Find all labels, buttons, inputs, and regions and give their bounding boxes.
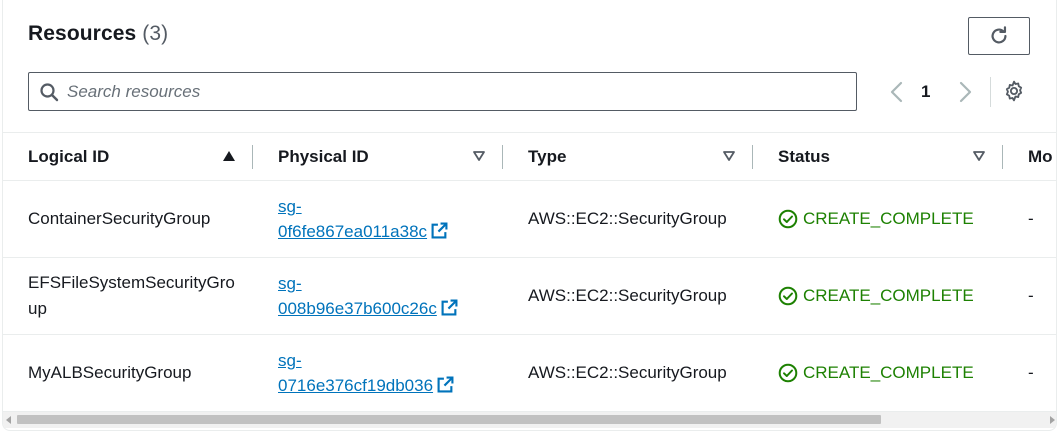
column-header-label: Logical ID bbox=[28, 147, 110, 166]
physical-id-cell: sg- 0f6fe867ea011a38c bbox=[278, 181, 498, 257]
physical-id-link[interactable]: sg- bbox=[278, 274, 302, 293]
sort-down-icon bbox=[973, 151, 985, 161]
panel-title-text: Resources bbox=[28, 22, 137, 45]
type-cell: AWS::EC2::SecurityGroup bbox=[528, 286, 727, 305]
status-text: CREATE_COMPLETE bbox=[803, 363, 974, 382]
table-row: ContainerSecurityGroup sg- 0f6fe867ea011… bbox=[3, 181, 1056, 258]
success-check-icon bbox=[778, 209, 798, 229]
refresh-button[interactable] bbox=[968, 17, 1030, 55]
physical-id-link[interactable]: sg- bbox=[278, 197, 302, 216]
scroll-right-arrow-icon[interactable] bbox=[1050, 416, 1055, 424]
physical-id-cell: sg- 008b96e37b600c26c bbox=[278, 258, 498, 334]
type-cell: AWS::EC2::SecurityGroup bbox=[528, 209, 727, 228]
column-header-label: Type bbox=[528, 147, 567, 166]
scrollbar-thumb[interactable] bbox=[17, 415, 881, 424]
external-link-icon[interactable] bbox=[437, 376, 454, 393]
column-divider[interactable] bbox=[752, 145, 753, 169]
table-header: Logical ID Physical ID Type Status Mo bbox=[3, 132, 1056, 181]
sort-down-icon bbox=[473, 151, 485, 161]
column-header-logical-id[interactable]: Logical ID bbox=[28, 133, 238, 181]
status-cell: CREATE_COMPLETE bbox=[778, 258, 1008, 334]
module-cell: - bbox=[1028, 363, 1034, 382]
status-text: CREATE_COMPLETE bbox=[803, 209, 974, 228]
type-cell: AWS::EC2::SecurityGroup bbox=[528, 363, 727, 382]
resource-count: (3) bbox=[142, 22, 169, 45]
physical-id-link[interactable]: 0f6fe867ea011a38c bbox=[278, 222, 427, 241]
next-page-icon[interactable] bbox=[955, 80, 975, 104]
gear-icon[interactable] bbox=[1003, 80, 1025, 102]
column-divider[interactable] bbox=[252, 145, 253, 169]
physical-id-link[interactable]: 0716e376cf19db036 bbox=[278, 376, 433, 395]
module-cell: - bbox=[1028, 286, 1034, 305]
status-text: CREATE_COMPLETE bbox=[803, 286, 974, 305]
column-header-type[interactable]: Type bbox=[528, 133, 738, 181]
resources-table: Logical ID Physical ID Type Status Mo Co… bbox=[3, 132, 1056, 412]
column-header-physical-id[interactable]: Physical ID bbox=[278, 133, 488, 181]
table-row: EFSFileSystemSecurityGroup sg- 008b96e37… bbox=[3, 258, 1056, 335]
external-link-icon[interactable] bbox=[431, 222, 448, 239]
panel-title: Resources (3) bbox=[28, 22, 168, 46]
success-check-icon bbox=[778, 286, 798, 306]
search-box[interactable] bbox=[28, 72, 857, 111]
logical-id-cell: MyALBSecurityGroup bbox=[28, 363, 192, 382]
column-header-status[interactable]: Status bbox=[778, 133, 988, 181]
column-header-module[interactable]: Mo bbox=[1028, 133, 1056, 181]
sort-ascending-icon bbox=[223, 151, 235, 161]
column-divider[interactable] bbox=[502, 145, 503, 169]
column-divider[interactable] bbox=[1002, 145, 1003, 169]
external-link-icon[interactable] bbox=[441, 299, 458, 316]
success-check-icon bbox=[778, 363, 798, 383]
current-page-number[interactable]: 1 bbox=[921, 82, 930, 102]
search-input[interactable] bbox=[67, 73, 847, 110]
column-header-label: Physical ID bbox=[278, 147, 369, 166]
physical-id-link[interactable]: 008b96e37b600c26c bbox=[278, 299, 437, 318]
table-row: MyALBSecurityGroup sg- 0716e376cf19db036… bbox=[3, 335, 1056, 412]
resources-panel: Resources (3) 1 Logical ID bbox=[2, 0, 1057, 431]
module-cell: - bbox=[1028, 209, 1034, 228]
scroll-left-arrow-icon[interactable] bbox=[6, 416, 11, 424]
horizontal-scrollbar[interactable] bbox=[3, 412, 1056, 428]
logical-id-cell: EFSFileSystemSecurityGroup bbox=[28, 273, 235, 318]
refresh-icon bbox=[991, 26, 1007, 44]
pager-divider bbox=[990, 77, 991, 107]
column-header-label: Status bbox=[778, 147, 830, 166]
search-icon bbox=[40, 83, 59, 102]
previous-page-icon[interactable] bbox=[887, 80, 907, 104]
status-cell: CREATE_COMPLETE bbox=[778, 335, 1008, 411]
physical-id-link[interactable]: sg- bbox=[278, 351, 302, 370]
status-cell: CREATE_COMPLETE bbox=[778, 181, 1008, 257]
logical-id-cell: ContainerSecurityGroup bbox=[28, 209, 211, 228]
column-header-label: Mo bbox=[1028, 147, 1053, 166]
physical-id-cell: sg- 0716e376cf19db036 bbox=[278, 335, 498, 411]
sort-down-icon bbox=[723, 151, 735, 161]
